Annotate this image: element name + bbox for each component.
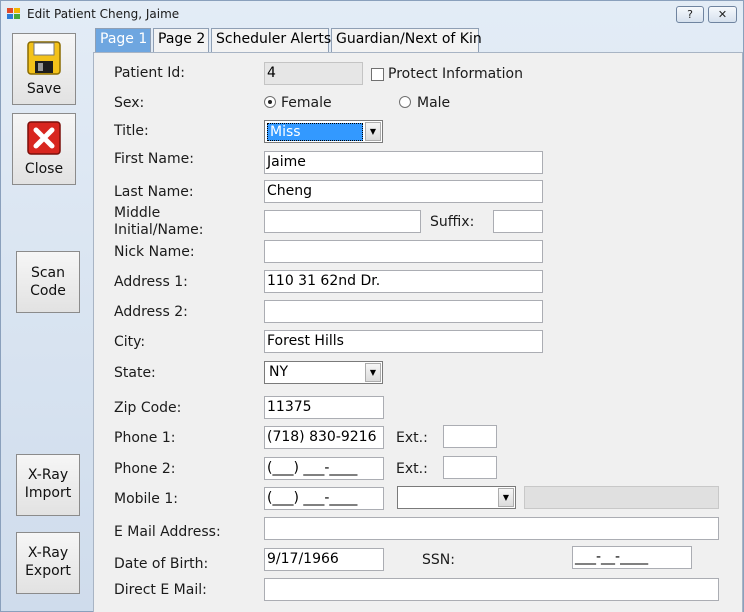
save-label: Save — [26, 81, 62, 97]
direct-email-label: Direct E Mail: — [114, 582, 207, 598]
male-radio-label: Male — [417, 95, 451, 111]
help-button[interactable]: ? — [676, 6, 704, 23]
last-name-label: Last Name: — [114, 184, 194, 200]
nick-name-field[interactable] — [264, 240, 543, 263]
state-select[interactable]: NY ▼ — [264, 361, 383, 384]
suffix-field[interactable] — [493, 210, 543, 233]
phone-2-ext-label: Ext.: — [396, 461, 428, 477]
title-select-value: Miss — [267, 123, 363, 141]
xray-import-button[interactable]: X-Ray Import — [16, 454, 80, 516]
first-name-label: First Name: — [114, 151, 194, 167]
zip-code-field[interactable]: 11375 — [264, 396, 384, 419]
sex-label: Sex: — [114, 95, 145, 111]
phone-1-ext-label: Ext.: — [396, 430, 428, 446]
date-of-birth-label: Date of Birth: — [114, 556, 209, 572]
save-button[interactable]: Save — [12, 33, 76, 105]
middle-label-line1: Middle — [114, 205, 161, 221]
phone-1-label: Phone 1: — [114, 430, 176, 446]
chevron-down-icon[interactable]: ▼ — [498, 488, 514, 507]
title-bar: Edit Patient Cheng, Jaime ? ✕ — [1, 1, 743, 29]
close-button[interactable]: Close — [12, 113, 76, 185]
middle-label-line2: Initial/Name: — [114, 222, 204, 238]
scan-code-button[interactable]: Scan Code — [16, 251, 80, 313]
city-label: City: — [114, 334, 146, 350]
tab-guardian-next-of-kin[interactable]: Guardian/Next of Kin — [331, 28, 482, 52]
phone-1-field[interactable]: (718) 830-9216 — [264, 426, 384, 449]
mobile-carrier-select[interactable]: ▼ — [397, 486, 516, 509]
female-radio[interactable] — [264, 96, 276, 108]
state-label: State: — [114, 365, 156, 381]
address-1-field[interactable]: 110 31 62nd Dr. — [264, 270, 543, 293]
address-1-label: Address 1: — [114, 274, 188, 290]
floppy-disk-icon — [27, 41, 61, 75]
date-of-birth-field[interactable]: 9/17/1966 — [264, 548, 384, 571]
close-label: Close — [24, 161, 64, 177]
address-2-field[interactable] — [264, 300, 543, 323]
ssn-field[interactable]: ___-__-____ — [572, 546, 692, 569]
nick-name-label: Nick Name: — [114, 244, 195, 260]
middle-name-field[interactable] — [264, 210, 421, 233]
male-radio[interactable] — [399, 96, 411, 108]
mobile-1-field[interactable]: (___) ___-____ — [264, 487, 384, 510]
direct-email-field[interactable] — [264, 578, 719, 601]
xray-export-button[interactable]: X-Ray Export — [16, 532, 80, 594]
patient-id-label: Patient Id: — [114, 65, 185, 81]
title-select[interactable]: Miss ▼ — [264, 120, 383, 143]
female-radio-label: Female — [281, 95, 332, 111]
xray-export-label: X-Ray Export — [25, 545, 71, 579]
title-label: Title: — [114, 123, 149, 139]
mobile-extra-field — [524, 486, 719, 509]
window-close-button[interactable]: ✕ — [708, 6, 737, 23]
tab-strip: Page 1 Page 2 Scheduler Alerts Guardian/… — [93, 28, 743, 52]
mobile-1-label: Mobile 1: — [114, 491, 178, 507]
chevron-down-icon[interactable]: ▼ — [365, 122, 381, 141]
email-label: E Mail Address: — [114, 524, 221, 540]
phone-2-field[interactable]: (___) ___-____ — [264, 457, 384, 480]
xray-import-label: X-Ray Import — [24, 467, 72, 501]
phone-2-label: Phone 2: — [114, 461, 176, 477]
protect-information-checkbox[interactable] — [371, 68, 384, 81]
ssn-label: SSN: — [422, 552, 455, 568]
tab-scheduler-alerts[interactable]: Scheduler Alerts — [211, 28, 331, 52]
zip-code-label: Zip Code: — [114, 400, 182, 416]
phone-2-ext-field[interactable] — [443, 456, 497, 479]
state-select-value: NY — [269, 364, 289, 380]
tab-page-2[interactable]: Page 2 — [153, 28, 209, 52]
chevron-down-icon[interactable]: ▼ — [365, 363, 381, 382]
tab-page-1[interactable]: Page 1 — [95, 28, 151, 52]
scan-code-label: Scan Code — [30, 265, 66, 299]
red-x-icon — [27, 121, 61, 155]
window-title: Edit Patient Cheng, Jaime — [27, 7, 180, 21]
patient-id-field: 4 — [264, 62, 363, 85]
city-field[interactable]: Forest Hills — [264, 330, 543, 353]
edit-patient-window: Edit Patient Cheng, Jaime ? ✕ Save Close… — [0, 0, 744, 612]
protect-information-label: Protect Information — [388, 66, 523, 82]
app-icon — [7, 8, 21, 20]
address-2-label: Address 2: — [114, 304, 188, 320]
email-field[interactable] — [264, 517, 719, 540]
suffix-label: Suffix: — [430, 214, 475, 230]
first-name-field[interactable]: Jaime — [264, 151, 543, 174]
phone-1-ext-field[interactable] — [443, 425, 497, 448]
last-name-field[interactable]: Cheng — [264, 180, 543, 203]
